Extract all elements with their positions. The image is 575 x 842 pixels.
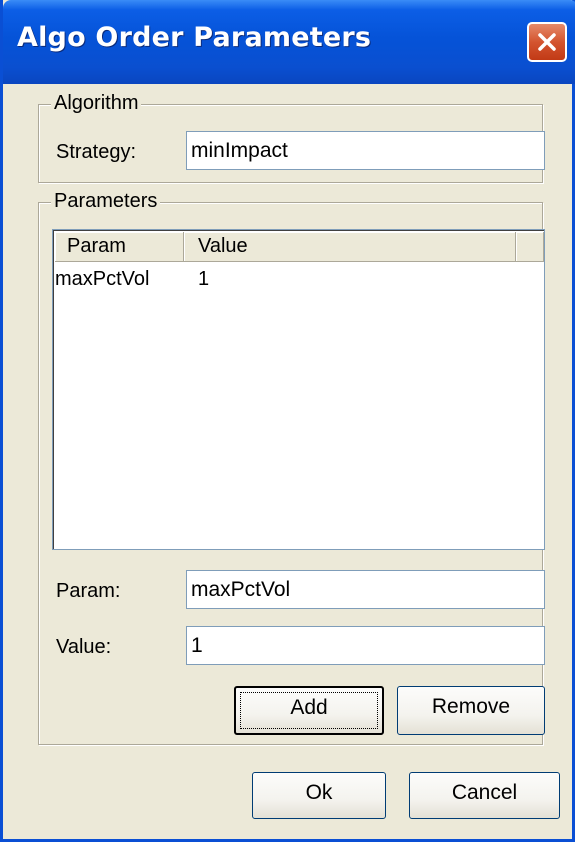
param-input[interactable]: maxPctVol [186, 570, 545, 609]
parameters-listview[interactable]: Param Value maxPctVol 1 [52, 229, 545, 550]
remove-button-label: Remove [431, 695, 511, 718]
algorithm-group-label: Algorithm [51, 92, 142, 115]
row-value-cell: 1 [198, 268, 210, 290]
parameters-group-label: Parameters [51, 190, 161, 213]
cancel-button-label: Cancel [451, 781, 518, 804]
value-input[interactable]: 1 [186, 626, 545, 665]
column-header-param[interactable]: Param [55, 232, 184, 262]
remove-button[interactable]: Remove [397, 686, 545, 735]
strategy-label: Strategy: [56, 141, 137, 163]
column-header-filler [516, 232, 544, 262]
param-label: Param: [56, 580, 121, 602]
title-bar[interactable]: Algo Order Parameters [3, 0, 575, 84]
ok-button-label: Ok [305, 781, 333, 804]
window-title: Algo Order Parameters [17, 22, 372, 53]
dialog-window: Algo Order Parameters Algorithm Strategy… [0, 0, 575, 842]
close-button[interactable] [527, 22, 567, 62]
row-param-cell: maxPctVol [55, 268, 150, 290]
value-label: Value: [56, 636, 112, 658]
cancel-button[interactable]: Cancel [409, 772, 560, 819]
strategy-input[interactable]: minImpact [186, 131, 545, 170]
column-header-value[interactable]: Value [184, 232, 516, 262]
table-row[interactable]: maxPctVol 1 [55, 268, 543, 294]
add-button-label: Add [290, 696, 328, 719]
add-button[interactable]: Add [234, 686, 384, 735]
ok-button[interactable]: Ok [252, 772, 386, 819]
